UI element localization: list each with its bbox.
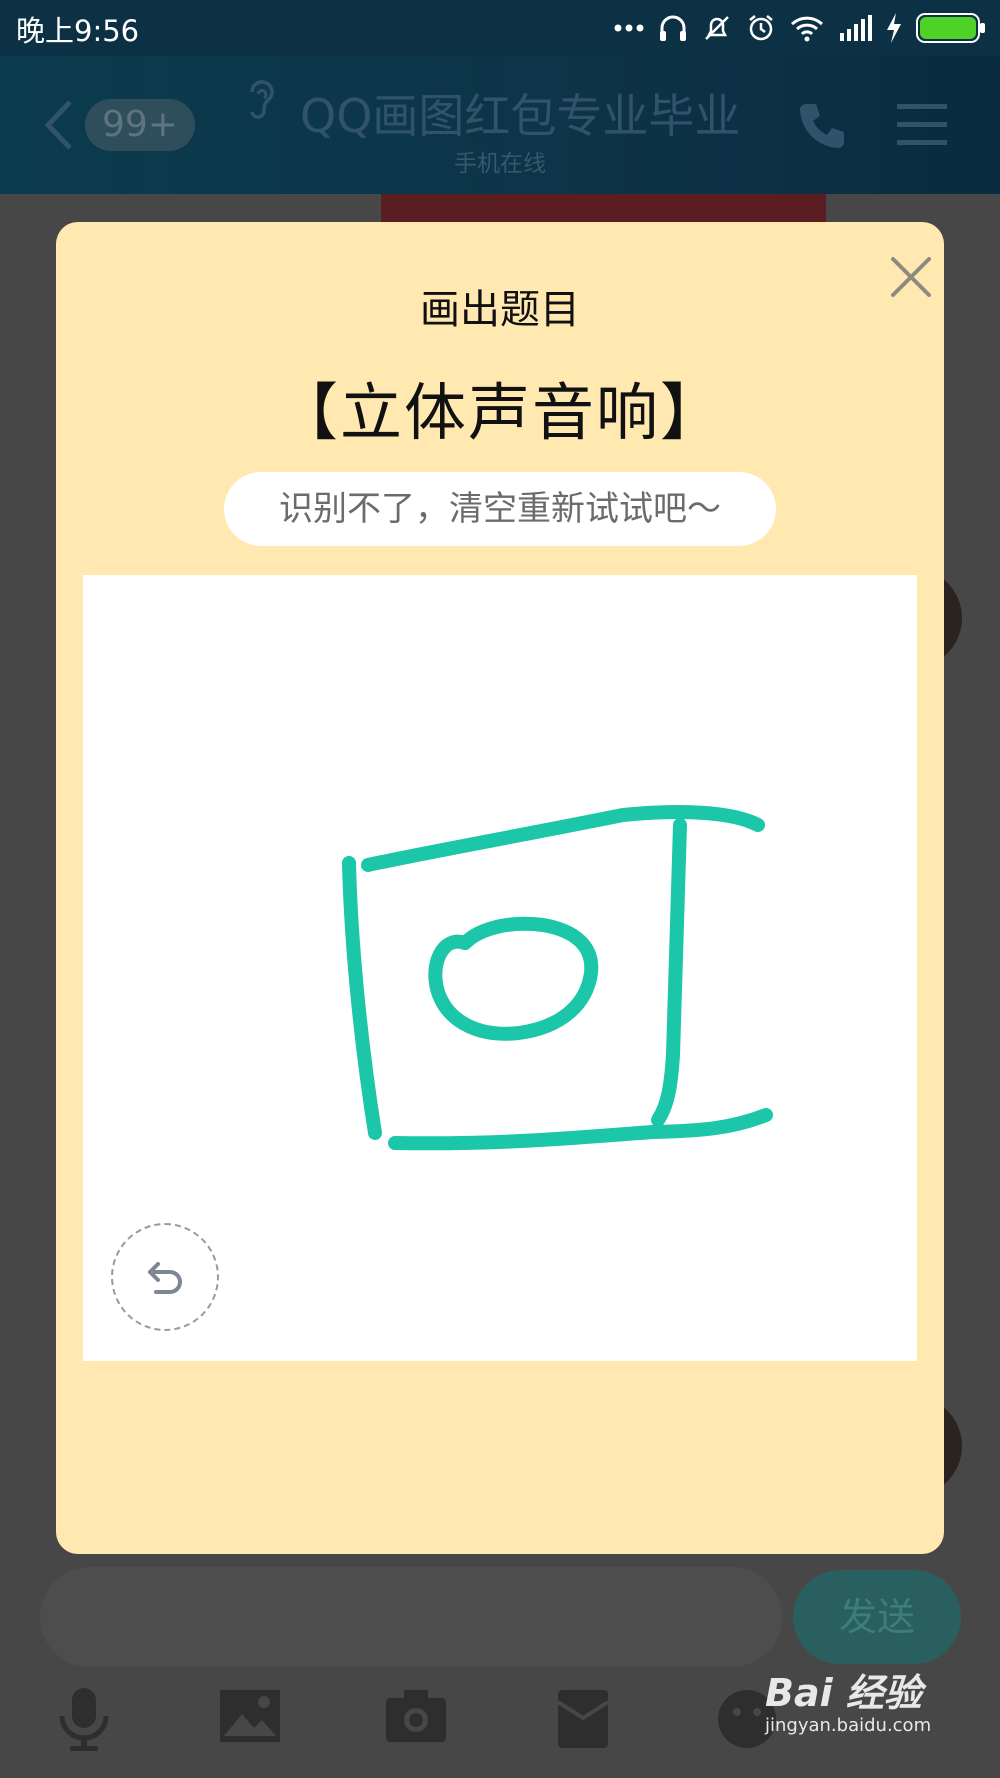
- battery-icon: [916, 13, 985, 43]
- baidu-watermark: Bai 经验 jingyan.baidu.com: [765, 1662, 965, 1742]
- camera-icon[interactable]: [384, 1688, 448, 1744]
- chat-title: QQ画图红包专业毕业: [300, 89, 741, 143]
- draw-dialog: 画出题目 【立体声音响】 识别不了，清空重新试试吧～: [56, 222, 944, 1554]
- undo-button[interactable]: [111, 1223, 219, 1331]
- image-icon[interactable]: [218, 1688, 282, 1744]
- drawing-topic: 【立体声音响】: [275, 376, 724, 449]
- dialog-title: 画出题目: [420, 287, 580, 333]
- user-drawing: [342, 805, 773, 1151]
- wifi-icon: [790, 16, 824, 42]
- send-button[interactable]: 发送: [793, 1570, 961, 1664]
- signal-icon: [840, 15, 872, 41]
- ear-icon: [250, 80, 274, 119]
- chat-subtitle: 手机在线: [454, 151, 546, 177]
- microphone-icon[interactable]: [58, 1688, 110, 1752]
- alarm-icon: [749, 15, 773, 41]
- drawing-canvas[interactable]: [83, 575, 917, 1361]
- menu-icon[interactable]: [897, 102, 947, 148]
- undo-icon: [148, 1262, 182, 1294]
- status-icons: [614, 10, 986, 46]
- mute-bell-icon: [705, 16, 729, 40]
- recognition-hint: 识别不了，清空重新试试吧～: [224, 472, 776, 546]
- status-bar: 晚上9:56: [0, 0, 1000, 56]
- chat-header: 99+ QQ画图红包专业毕业 手机在线: [0, 56, 1000, 194]
- input-bar: 发送 Bai 经验 jingyan.baidu.com: [0, 1567, 1000, 1778]
- watermark-logo: Bai 经验: [765, 1671, 922, 1715]
- message-input[interactable]: [40, 1567, 782, 1667]
- charging-icon: [887, 13, 901, 43]
- red-packet-icon[interactable]: [556, 1688, 610, 1750]
- headset-icon: [660, 15, 686, 41]
- phone-icon[interactable]: [798, 100, 848, 150]
- more-dots-icon: [614, 24, 644, 32]
- watermark-url: jingyan.baidu.com: [765, 1715, 932, 1736]
- status-time: 晚上9:56: [16, 14, 140, 48]
